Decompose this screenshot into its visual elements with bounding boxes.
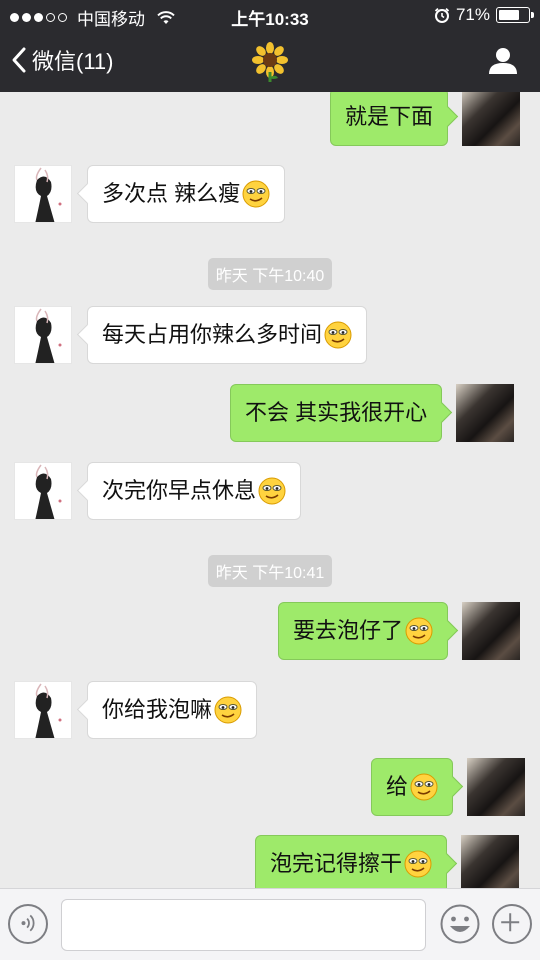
message-bubble[interactable]: 给: [371, 758, 454, 816]
message-in: 每天占用你辣么多时间: [14, 306, 368, 364]
smirk-emoji-icon: [404, 850, 432, 878]
smirk-emoji-icon: [324, 321, 352, 349]
message-text: 就是下面: [345, 104, 434, 129]
smirk-emoji-icon: [258, 477, 286, 505]
chat-area[interactable]: 就是下面 多次点 辣么瘦 昨天 下午10:40 每天占用你辣么多时间 不会 其实…: [0, 92, 540, 888]
message-text: 泡完记得擦干: [270, 851, 403, 876]
message-out: 泡完记得擦干: [255, 835, 520, 888]
contact-avatar[interactable]: [14, 165, 72, 223]
message-bubble[interactable]: 你给我泡嘛: [87, 681, 258, 739]
message-text: 要去泡仔了: [293, 618, 404, 643]
my-avatar[interactable]: [462, 92, 521, 146]
message-bubble[interactable]: 泡完记得擦干: [255, 835, 448, 888]
back-button[interactable]: 微信(11): [10, 44, 114, 76]
timestamp: 昨天 下午10:41: [0, 555, 540, 587]
message-out: 就是下面: [330, 92, 521, 146]
message-bubble[interactable]: 次完你早点休息: [87, 462, 302, 520]
message-in: 你给我泡嘛: [14, 681, 258, 739]
message-input[interactable]: [61, 899, 426, 951]
message-bubble[interactable]: 就是下面: [330, 92, 449, 146]
timestamp: 昨天 下午10:40: [0, 258, 540, 290]
message-bubble[interactable]: 每天占用你辣么多时间: [87, 306, 368, 364]
smirk-emoji-icon: [405, 617, 433, 645]
input-bar: [0, 888, 540, 960]
message-text: 次完你早点休息: [102, 478, 257, 503]
message-out: 给: [371, 758, 526, 816]
message-bubble[interactable]: 不会 其实我很开心: [230, 384, 443, 442]
message-in: 次完你早点休息: [14, 462, 302, 520]
message-text: 不会 其实我很开心: [245, 400, 428, 425]
top-bar: 中国移动 上午10:33 71% 微信(11): [0, 0, 540, 92]
battery-icon: [496, 7, 534, 23]
message-out: 要去泡仔了: [278, 602, 521, 660]
message-text: 你给我泡嘛: [102, 697, 213, 722]
back-label: 微信(11): [32, 49, 114, 74]
nav-bar: 微信(11): [0, 30, 540, 92]
plus-icon[interactable]: [492, 904, 532, 944]
sunflower-icon: [252, 42, 288, 82]
message-out: 不会 其实我很开心: [230, 384, 515, 442]
message-text: 给: [386, 774, 409, 799]
battery-percent: 71%: [455, 5, 490, 24]
smirk-emoji-icon: [410, 773, 438, 801]
profile-icon[interactable]: [488, 46, 518, 76]
smirk-emoji-icon: [242, 180, 270, 208]
my-avatar[interactable]: [456, 384, 515, 442]
message-bubble[interactable]: 要去泡仔了: [278, 602, 449, 660]
my-avatar[interactable]: [462, 602, 521, 660]
contact-avatar[interactable]: [14, 306, 72, 364]
alarm-icon: [434, 7, 450, 23]
status-bar: 中国移动 上午10:33 71%: [0, 0, 540, 30]
message-text: 多次点 辣么瘦: [102, 181, 241, 206]
message-text: 每天占用你辣么多时间: [102, 322, 323, 347]
my-avatar[interactable]: [467, 758, 526, 816]
contact-avatar[interactable]: [14, 462, 72, 520]
message-in: 多次点 辣么瘦: [14, 165, 286, 223]
message-bubble[interactable]: 多次点 辣么瘦: [87, 165, 286, 223]
chevron-left-icon: [12, 47, 26, 73]
my-avatar[interactable]: [461, 835, 520, 888]
smirk-emoji-icon: [214, 696, 242, 724]
contact-avatar[interactable]: [14, 681, 72, 739]
smiley-icon[interactable]: [440, 904, 480, 944]
voice-icon[interactable]: [8, 904, 48, 944]
